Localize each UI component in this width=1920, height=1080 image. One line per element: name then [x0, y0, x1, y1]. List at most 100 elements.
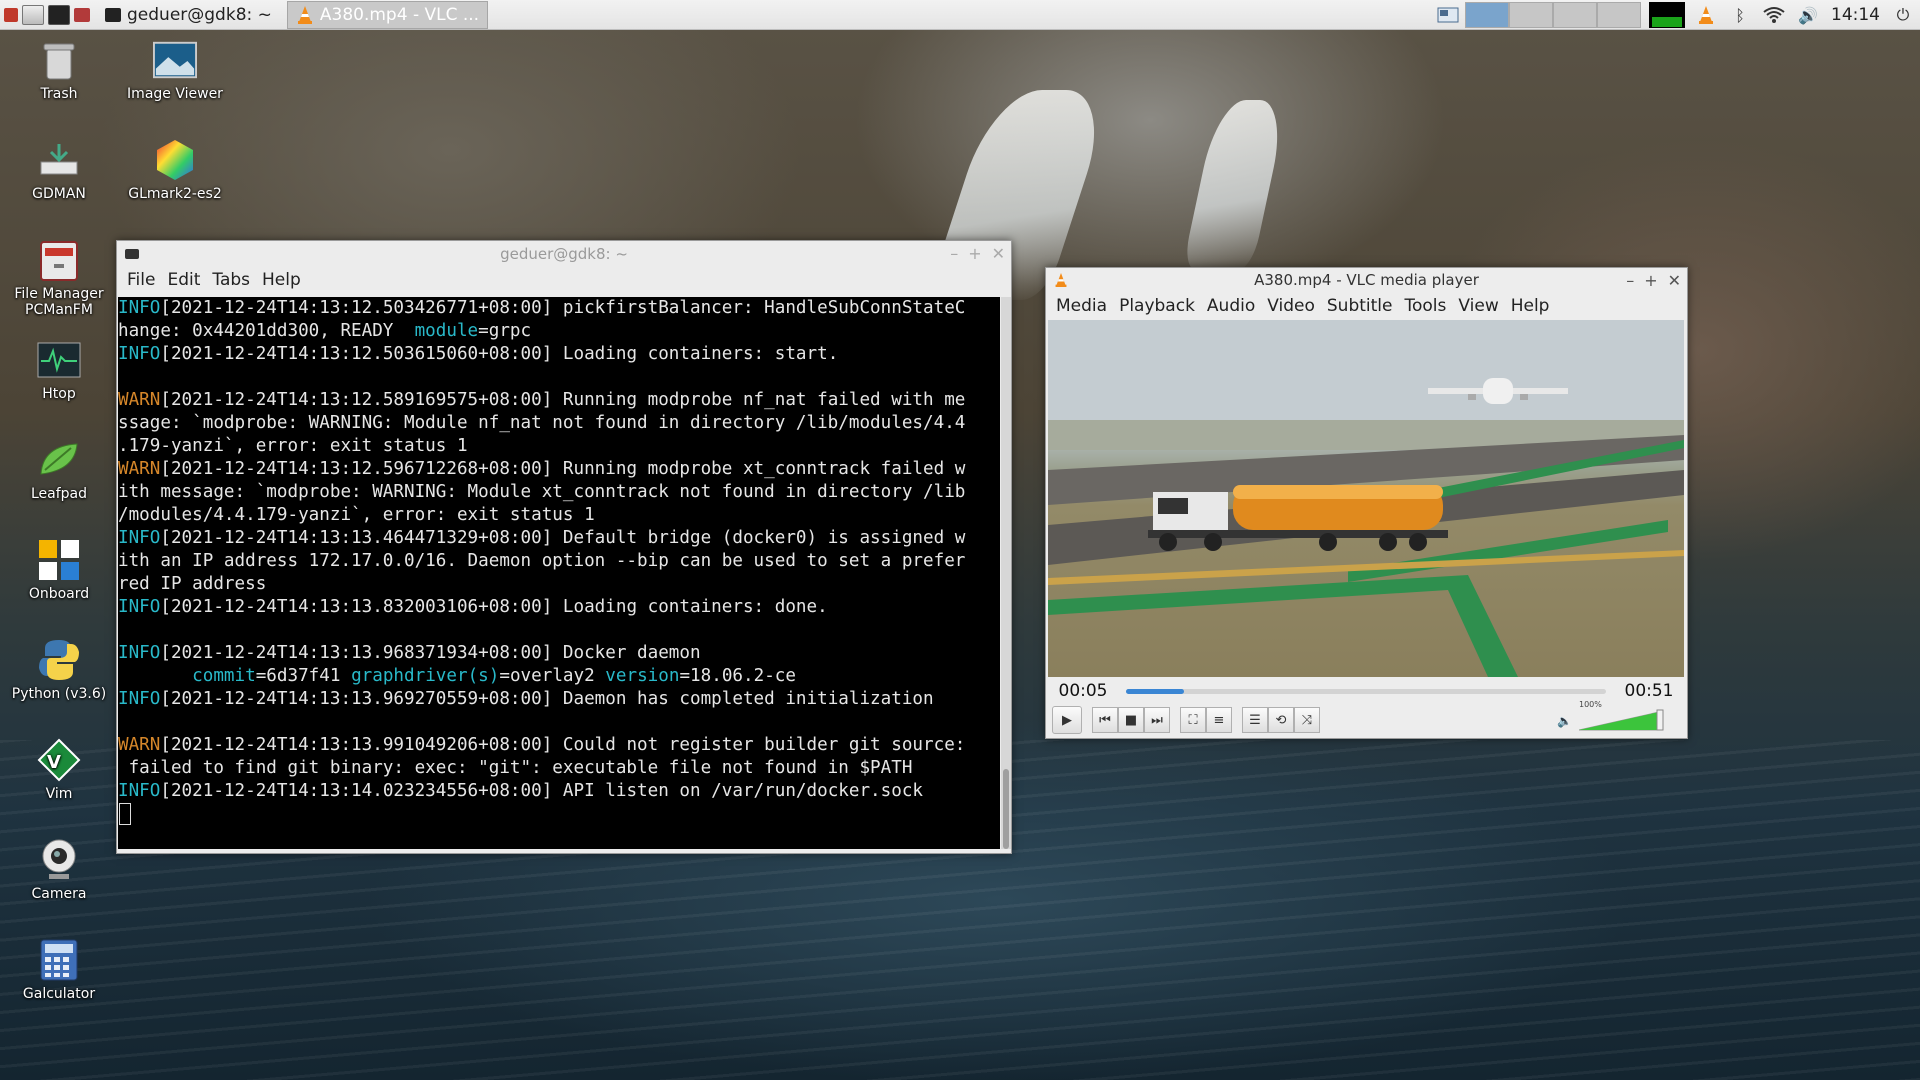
close-button[interactable]: ✕ — [992, 244, 1005, 263]
terminal-line: INFO[2021-12-24T14:13:12.503426771+08:00… — [118, 297, 1000, 320]
terminal-titlebar[interactable]: geduer@gdk8: ~ – + ✕ — [117, 241, 1011, 267]
terminal-line: ith an IP address 172.17.0.0/16. Daemon … — [118, 550, 1000, 573]
vim-icon: V — [37, 738, 81, 782]
desktop-icon-trash[interactable]: Trash — [4, 38, 114, 102]
workspace-2[interactable] — [1509, 2, 1553, 28]
log-text: failed to find git binary: exec: "git": … — [118, 758, 913, 778]
desktop-icon-python[interactable]: Python (v3.6) — [4, 638, 114, 702]
loop-button[interactable]: ⟲ — [1268, 707, 1294, 733]
menu-view[interactable]: View — [1458, 296, 1498, 316]
exit-launcher[interactable] — [74, 3, 90, 27]
desktop-icon-camera[interactable]: Camera — [4, 838, 114, 902]
desktop-icon-label: Image Viewer — [127, 86, 223, 102]
desktop-icon-label: Vim — [45, 786, 73, 802]
terminal-icon — [48, 4, 70, 25]
svg-text:V: V — [47, 752, 61, 773]
minimize-button[interactable]: – — [1626, 271, 1634, 290]
clock[interactable]: 14:14 — [1831, 5, 1880, 25]
close-button[interactable]: ✕ — [1668, 271, 1681, 290]
previous-icon: ⏮ — [1099, 712, 1111, 728]
log-text: .179-yanzi`, error: exit status 1 — [118, 436, 468, 456]
desktop-icon-galculator[interactable]: Galculator — [4, 938, 114, 1002]
wifi-icon[interactable] — [1761, 2, 1787, 28]
desktop-icon-gdman[interactable]: GDMAN — [4, 138, 114, 202]
maximize-button[interactable]: + — [1644, 271, 1657, 290]
random-button[interactable]: ⤨ — [1294, 707, 1320, 733]
log-text: [2021-12-24T14:13:12.503615060+08:00] Lo… — [160, 344, 839, 364]
menu-tools[interactable]: Tools — [1404, 296, 1446, 316]
terminal-output[interactable]: INFO[2021-12-24T14:13:12.503426771+08:00… — [118, 297, 1000, 849]
stop-button[interactable]: ■ — [1118, 707, 1144, 733]
log-field-key: graphdriver(s) — [351, 666, 500, 686]
menu-video[interactable]: Video — [1267, 296, 1315, 316]
volume-percent: 100% — [1579, 700, 1602, 709]
workspace-1[interactable] — [1465, 2, 1509, 28]
video-scene — [1048, 320, 1684, 677]
desktop-icon-label: File Manager PCManFM — [14, 286, 104, 318]
volume-icon[interactable]: 🔊 — [1795, 2, 1821, 28]
video-frame[interactable] — [1048, 320, 1684, 677]
desktop-icon-leafpad[interactable]: Leafpad — [4, 438, 114, 502]
log-text: red IP address — [118, 574, 267, 594]
menu-subtitle[interactable]: Subtitle — [1327, 296, 1393, 316]
log-level: INFO — [118, 781, 161, 801]
task-vlc[interactable]: A380.mp4 - VLC ... — [286, 0, 489, 29]
terminal-line: .179-yanzi`, error: exit status 1 — [118, 435, 1000, 458]
terminal-launcher[interactable] — [48, 3, 70, 27]
terminal-line: INFO[2021-12-24T14:13:14.023234556+08:00… — [118, 780, 1000, 803]
maximize-button[interactable]: + — [968, 244, 981, 263]
log-level: INFO — [118, 643, 161, 663]
menu-help[interactable]: Help — [262, 270, 301, 290]
play-button[interactable]: ▶ — [1052, 706, 1082, 734]
next-button[interactable]: ⏭ — [1144, 707, 1170, 733]
log-level: INFO — [118, 597, 161, 617]
desktop-icon-image-viewer[interactable]: Image Viewer — [120, 38, 230, 102]
menu-file[interactable]: File — [127, 270, 155, 290]
equalizer-icon: ≡ — [1213, 712, 1225, 728]
minimize-button[interactable]: – — [950, 244, 958, 263]
trash-icon — [37, 38, 81, 82]
seek-bar[interactable] — [1126, 688, 1606, 694]
stop-icon: ■ — [1124, 712, 1138, 728]
volume-control[interactable]: 🔈 100% — [1557, 700, 1667, 732]
fullscreen-button[interactable]: ⛶ — [1180, 707, 1206, 733]
desktop-icon-label: Htop — [42, 386, 76, 402]
workspace-3[interactable] — [1553, 2, 1597, 28]
menu-playback[interactable]: Playback — [1119, 296, 1195, 316]
volume-handle[interactable] — [1656, 709, 1664, 731]
workspace-4[interactable] — [1597, 2, 1641, 28]
file-manager-icon — [37, 238, 81, 282]
scrollbar-thumb[interactable] — [1003, 769, 1009, 849]
app-menu-button[interactable] — [4, 3, 18, 27]
menu-help[interactable]: Help — [1511, 296, 1550, 316]
desktop-icon-htop[interactable]: Htop — [4, 338, 114, 402]
menu-edit[interactable]: Edit — [167, 270, 200, 290]
terminal-cursor — [119, 803, 131, 825]
extended-settings-button[interactable]: ≡ — [1206, 707, 1232, 733]
show-desktop-icon[interactable] — [1435, 2, 1461, 28]
playlist-button[interactable]: ☰ — [1242, 707, 1268, 733]
cpu-monitor-icon — [1649, 2, 1685, 28]
vlc-tray-icon[interactable] — [1693, 2, 1719, 28]
desktop-icon-glmark[interactable]: GLmark2-es2 — [120, 138, 230, 202]
previous-button[interactable]: ⏮ — [1092, 707, 1118, 733]
desktop-icon-vim[interactable]: V Vim — [4, 738, 114, 802]
bluetooth-icon[interactable]: ᛒ — [1727, 2, 1753, 28]
desktop-icon-onboard[interactable]: Onboard — [4, 538, 114, 602]
log-level: WARN — [118, 735, 161, 755]
task-terminal[interactable]: geduer@gdk8: ~ — [96, 1, 281, 29]
menu-tabs[interactable]: Tabs — [212, 270, 250, 290]
desktop-icon-label: GDMAN — [32, 186, 86, 202]
volume-slider[interactable] — [1579, 708, 1665, 732]
menu-audio[interactable]: Audio — [1207, 296, 1255, 316]
menu-media[interactable]: Media — [1056, 296, 1107, 316]
log-level: WARN — [118, 390, 161, 410]
vlc-titlebar[interactable]: A380.mp4 - VLC media player – + ✕ — [1046, 268, 1687, 292]
terminal-line: /modules/4.4.179-yanzi`, error: exit sta… — [118, 504, 1000, 527]
power-icon[interactable]: ⏻ — [1890, 2, 1916, 28]
file-manager-launcher[interactable] — [22, 3, 44, 27]
terminal-scrollbar[interactable] — [1001, 297, 1011, 849]
terminal-window: geduer@gdk8: ~ – + ✕ File Edit Tabs Help… — [116, 240, 1012, 854]
desktop-icon-file-manager[interactable]: File Manager PCManFM — [4, 238, 114, 318]
